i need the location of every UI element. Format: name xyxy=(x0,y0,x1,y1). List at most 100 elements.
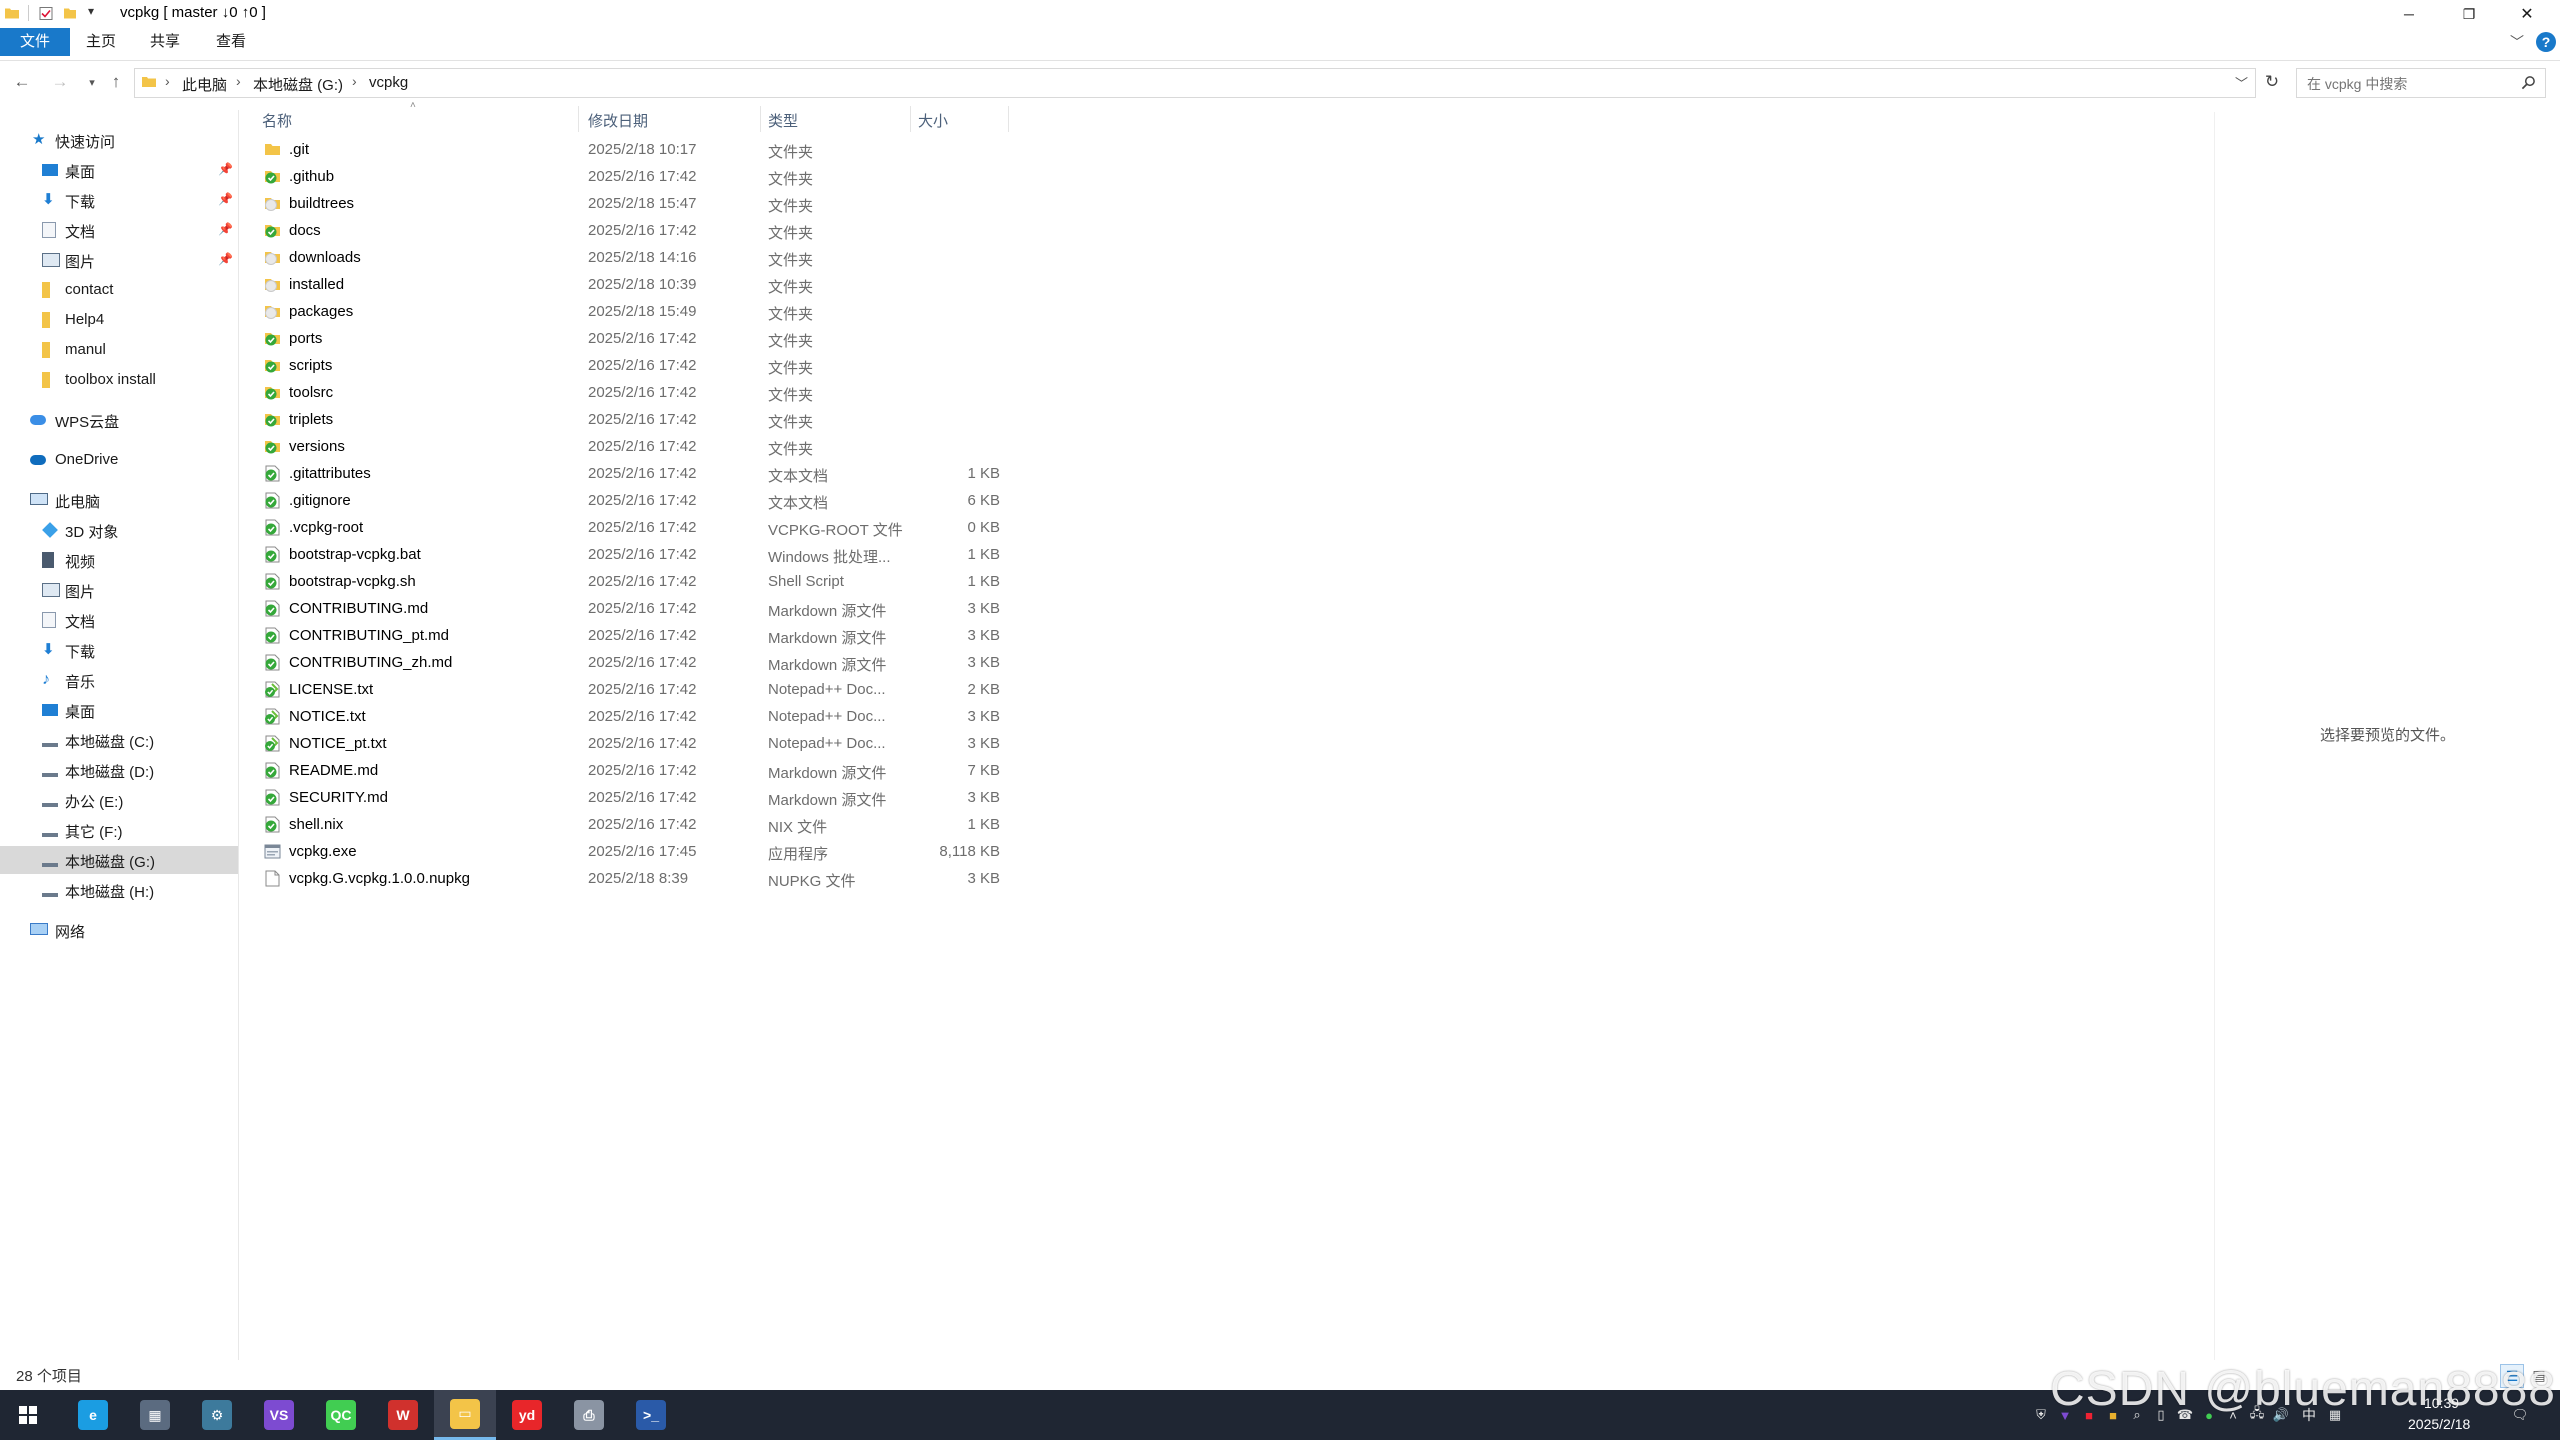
recent-locations-chevron-icon[interactable]: ▾ xyxy=(80,70,104,94)
nav-item-drive-e[interactable]: 办公 (E:) xyxy=(0,786,238,814)
search-input[interactable] xyxy=(2305,73,2514,95)
nav-item-drive-c[interactable]: 本地磁盘 (C:) xyxy=(0,726,238,754)
file-row[interactable]: .github 2025/2/16 17:42 文件夹 xyxy=(258,163,1018,190)
taskbar-app-python-ide[interactable]: ⚙ xyxy=(186,1390,248,1440)
taskbar-app-printer[interactable]: ⎙ xyxy=(558,1390,620,1440)
new-folder-icon[interactable] xyxy=(62,5,78,22)
file-row[interactable]: SECURITY.md 2025/2/16 17:42 Markdown 源文件 3 … xyxy=(258,784,1018,811)
file-row[interactable]: triplets 2025/2/16 17:42 文件夹 xyxy=(258,406,1018,433)
file-row[interactable]: versions 2025/2/16 17:42 文件夹 xyxy=(258,433,1018,460)
file-row[interactable]: buildtrees 2025/2/18 15:47 文件夹 xyxy=(258,190,1018,217)
breadcrumb-drive-g[interactable]: 本地磁盘 (G:) xyxy=(253,74,343,95)
nav-item-documents[interactable]: 文档 📌 xyxy=(0,216,238,244)
preview-divider[interactable] xyxy=(2214,112,2215,1360)
minimize-button[interactable]: ─ xyxy=(2380,0,2438,28)
nav-item-downloads-pc[interactable]: ⬇ 下载 xyxy=(0,636,238,664)
back-button[interactable]: ← xyxy=(10,70,34,94)
file-row[interactable]: downloads 2025/2/18 14:16 文件夹 xyxy=(258,244,1018,271)
breadcrumb-vcpkg[interactable]: vcpkg xyxy=(369,74,408,91)
nav-quick-access[interactable]: ★ 快速访问 xyxy=(0,126,238,154)
nav-item-videos[interactable]: 视频 xyxy=(0,546,238,574)
nav-item-help4[interactable]: Help4 xyxy=(0,306,238,334)
tab-home[interactable]: 主页 xyxy=(76,28,126,56)
nav-item-pictures[interactable]: 图片 📌 xyxy=(0,246,238,274)
nav-network[interactable]: 网络 xyxy=(0,916,238,944)
refresh-button[interactable]: ↻ xyxy=(2258,68,2286,96)
file-row[interactable]: CONTRIBUTING_pt.md 2025/2/16 17:42 Markdow… xyxy=(258,622,1018,649)
help-icon[interactable]: ? xyxy=(2536,32,2556,52)
column-divider[interactable] xyxy=(760,106,761,132)
nav-item-documents-pc[interactable]: 文档 xyxy=(0,606,238,634)
file-row[interactable]: .gitignore 2025/2/16 17:42 文本文档 6 KB xyxy=(258,487,1018,514)
maximize-button[interactable]: ❐ xyxy=(2440,0,2498,28)
nav-item-music[interactable]: ♪ 音乐 xyxy=(0,666,238,694)
column-divider[interactable] xyxy=(1008,106,1009,132)
file-row[interactable]: README.md 2025/2/16 17:42 Markdown 源文件 7 KB xyxy=(258,757,1018,784)
taskbar-app-powershell[interactable]: >_ xyxy=(620,1390,682,1440)
nav-wps-cloud[interactable]: WPS云盘 xyxy=(0,406,238,434)
file-row[interactable]: .gitattributes 2025/2/16 17:42 文本文档 1 KB xyxy=(258,460,1018,487)
taskbar-app-wps[interactable]: W xyxy=(372,1390,434,1440)
chevron-right-icon[interactable]: › xyxy=(165,73,170,89)
file-row[interactable]: toolsrc 2025/2/16 17:42 文件夹 xyxy=(258,379,1018,406)
pin-icon[interactable]: 📌 xyxy=(218,252,233,266)
clock-date[interactable]: 2025/2/18 xyxy=(2408,1416,2470,1432)
file-row[interactable]: bootstrap-vcpkg.sh 2025/2/16 17:42 Shell S… xyxy=(258,568,1018,595)
taskbar-app-qt-creator[interactable]: QC xyxy=(310,1390,372,1440)
column-header-size[interactable]: 大小 xyxy=(918,110,948,131)
file-row[interactable]: docs 2025/2/16 17:42 文件夹 xyxy=(258,217,1018,244)
column-header-name[interactable]: 名称 xyxy=(262,110,292,131)
nav-item-desktop-pc[interactable]: 桌面 xyxy=(0,696,238,724)
column-divider[interactable] xyxy=(910,106,911,132)
properties-icon[interactable] xyxy=(38,5,54,22)
tab-file[interactable]: 文件 xyxy=(0,28,70,56)
file-row[interactable]: .git 2025/2/18 10:17 文件夹 xyxy=(258,136,1018,163)
nav-this-pc[interactable]: 此电脑 xyxy=(0,486,238,514)
nav-item-toolbox-install[interactable]: toolbox install xyxy=(0,366,238,394)
search-box[interactable] xyxy=(2296,68,2546,98)
tab-share[interactable]: 共享 xyxy=(140,28,190,56)
file-row[interactable]: vcpkg.G.vcpkg.1.0.0.nupkg 2025/2/18 8:39 N… xyxy=(258,865,1018,892)
shield-icon[interactable]: ⛨ xyxy=(2032,1406,2050,1424)
customize-toolbar-icon[interactable]: ▾ xyxy=(88,4,94,18)
nav-onedrive[interactable]: OneDrive xyxy=(0,446,238,474)
tab-view[interactable]: 查看 xyxy=(206,28,256,56)
nav-item-manul[interactable]: manul xyxy=(0,336,238,364)
file-row[interactable]: CONTRIBUTING_zh.md 2025/2/16 17:42 Markdow… xyxy=(258,649,1018,676)
file-row[interactable]: scripts 2025/2/16 17:42 文件夹 xyxy=(258,352,1018,379)
nav-item-drive-d[interactable]: 本地磁盘 (D:) xyxy=(0,756,238,784)
nav-item-contact[interactable]: contact xyxy=(0,276,238,304)
search-icon[interactable] xyxy=(2521,75,2536,90)
pin-icon[interactable]: 📌 xyxy=(218,192,233,206)
file-row[interactable]: ports 2025/2/16 17:42 文件夹 xyxy=(258,325,1018,352)
file-row[interactable]: bootstrap-vcpkg.bat 2025/2/16 17:42 Window… xyxy=(258,541,1018,568)
file-row[interactable]: packages 2025/2/18 15:49 文件夹 xyxy=(258,298,1018,325)
taskbar-app-youdao[interactable]: yd xyxy=(496,1390,558,1440)
file-row[interactable]: .vcpkg-root 2025/2/16 17:42 VCPKG-ROOT 文件 0… xyxy=(258,514,1018,541)
nav-item-3d-objects[interactable]: 3D 对象 xyxy=(0,516,238,544)
file-row[interactable]: LICENSE.txt 2025/2/16 17:42 Notepad++ Doc.… xyxy=(258,676,1018,703)
nav-item-drive-f[interactable]: 其它 (F:) xyxy=(0,816,238,844)
taskbar-app-file-explorer[interactable]: ▭ xyxy=(434,1390,496,1440)
file-row[interactable]: installed 2025/2/18 10:39 文件夹 xyxy=(258,271,1018,298)
expand-ribbon-icon[interactable]: ﹀ xyxy=(2510,32,2524,52)
file-row[interactable]: shell.nix 2025/2/16 17:42 NIX 文件 1 KB xyxy=(258,811,1018,838)
pin-icon[interactable]: 📌 xyxy=(218,162,233,176)
chevron-right-icon[interactable]: › xyxy=(352,73,357,89)
file-row[interactable]: CONTRIBUTING.md 2025/2/16 17:42 Markdown 源… xyxy=(258,595,1018,622)
breadcrumb-this-pc[interactable]: 此电脑 xyxy=(182,74,227,95)
forward-button[interactable]: → xyxy=(48,70,72,94)
nav-item-pictures-pc[interactable]: 图片 xyxy=(0,576,238,604)
file-row[interactable]: NOTICE_pt.txt 2025/2/16 17:42 Notepad++ Do… xyxy=(258,730,1018,757)
taskbar-app-calculator[interactable]: ▦ xyxy=(124,1390,186,1440)
nav-item-drive-h[interactable]: 本地磁盘 (H:) xyxy=(0,876,238,904)
address-history-chevron-icon[interactable]: ﹀ xyxy=(2235,73,2248,92)
nav-item-downloads[interactable]: ⬇ 下载 📌 xyxy=(0,186,238,214)
chevron-right-icon[interactable]: › xyxy=(236,73,241,89)
up-button[interactable]: ↑ xyxy=(104,70,128,94)
column-header-type[interactable]: 类型 xyxy=(768,110,798,131)
taskbar-app-visual-studio[interactable]: VS xyxy=(248,1390,310,1440)
pin-icon[interactable]: 📌 xyxy=(218,222,233,236)
taskbar-app-edge[interactable]: e xyxy=(62,1390,124,1440)
file-row[interactable]: NOTICE.txt 2025/2/16 17:42 Notepad++ Doc..… xyxy=(258,703,1018,730)
